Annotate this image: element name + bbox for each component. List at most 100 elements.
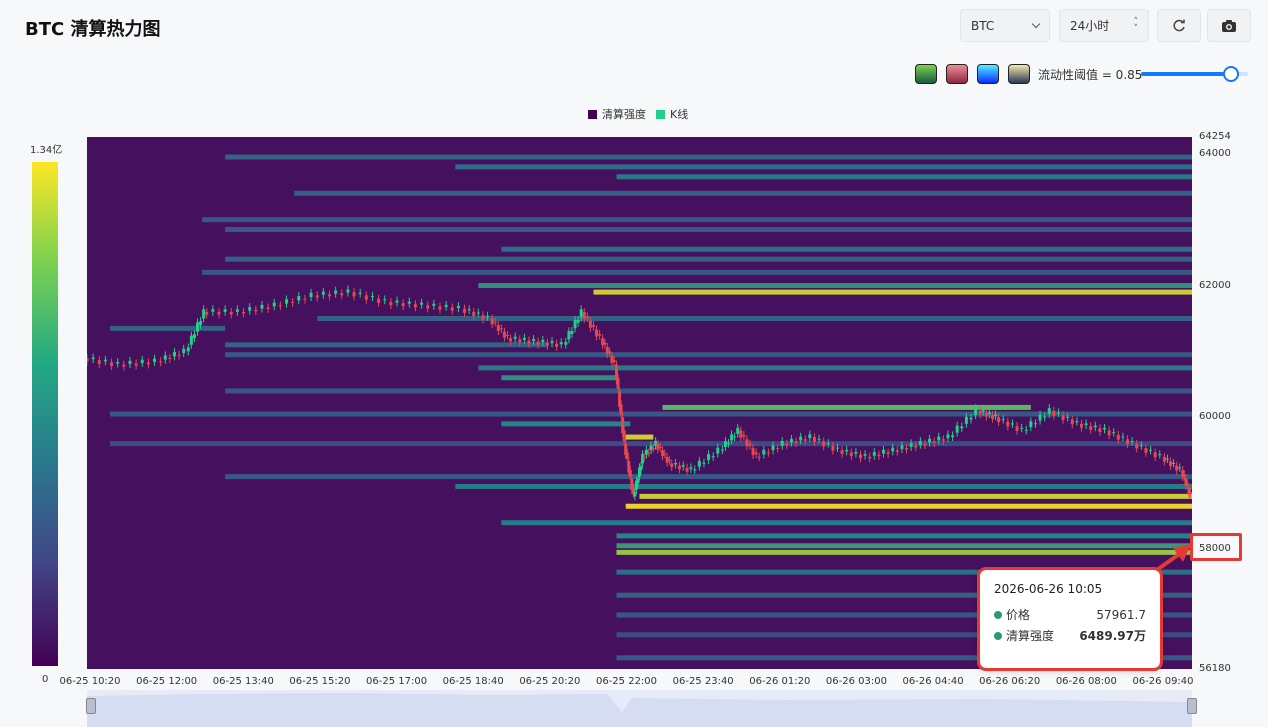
liquidation-band-4 (202, 217, 1192, 223)
kline-candle-36-1 (1001, 419, 1005, 421)
kline-candle-36-5 (1020, 427, 1024, 429)
kline-candle-5-2 (254, 309, 258, 312)
kline-candle-41-1 (1139, 445, 1143, 447)
kline-candle-35-3 (987, 412, 991, 415)
kline-candle-40-3 (1121, 436, 1125, 438)
liquidation-band-13 (225, 342, 548, 348)
kline-candle-39-1 (1084, 423, 1088, 425)
kline-candle-23-4 (685, 467, 689, 472)
refresh-button[interactable] (1157, 9, 1201, 42)
kline-candle-11-2 (472, 311, 476, 317)
x-tick-label: 06-25 23:40 (672, 676, 734, 687)
symbol-select-value: BTC (971, 18, 995, 33)
range-select-value: 24小时 (1070, 19, 1110, 33)
kline-candle-4-3 (223, 309, 227, 312)
kline-candle-5-0 (242, 311, 246, 314)
kline-candle-25-1 (723, 441, 727, 447)
kline-candle-13-1 (513, 336, 517, 339)
colormap-swatch-viridis[interactable] (915, 64, 937, 84)
kline-candle-30-5 (863, 454, 867, 456)
tooltip-price-value: 57961.7 (1096, 607, 1146, 622)
kline-candle-3-5 (202, 309, 206, 319)
kline-candle-30-2 (849, 452, 853, 457)
kline-candle-12-5 (506, 334, 510, 336)
threshold-slider-track[interactable] (1141, 72, 1231, 76)
kline-candle-40-0 (1107, 430, 1111, 436)
kline-candle-8-1 (358, 292, 362, 294)
kline-candle-40-4 (1126, 439, 1130, 445)
kline-candle-27-5 (780, 441, 784, 446)
scrollbar-preview (87, 693, 1192, 727)
x-tick-label: 06-26 06:20 (979, 676, 1041, 687)
kline-candle-23-0 (670, 463, 674, 468)
kline-candle-32-0 (895, 450, 899, 452)
legend-kline[interactable]: K线 (656, 106, 688, 122)
kline-candle-36-4 (1015, 426, 1019, 431)
chevron-down-icon (1031, 19, 1041, 29)
x-tick-label: 06-25 12:00 (136, 676, 198, 687)
kline-candle-0-3 (103, 359, 107, 362)
liquidation-band-21 (625, 434, 654, 440)
kline-candle-41-4 (1153, 452, 1157, 458)
legend-liquidation[interactable]: 清算强度 (588, 106, 646, 122)
kline-candle-3-0 (186, 347, 190, 352)
kline-candle-9-2 (401, 303, 405, 307)
kline-candle-23-3 (681, 465, 685, 467)
kline-candle-34-2 (960, 426, 964, 429)
kline-candle-23-1 (674, 462, 678, 465)
kline-candle-24-5 (716, 447, 720, 454)
kline-candle-15-5 (579, 309, 583, 318)
tooltip-price-dot (994, 611, 1002, 619)
symbol-select[interactable]: BTC (960, 9, 1050, 42)
kline-candle-26-1 (742, 434, 746, 437)
kline-candle-38-1 (1056, 412, 1060, 414)
kline-candle-7-0 (315, 295, 319, 298)
kline-candle-34-3 (964, 416, 968, 424)
kline-candle-35-1 (981, 410, 985, 412)
kline-candle-39-3 (1093, 425, 1097, 428)
kline-candle-43-5 (1188, 491, 1192, 494)
kline-candle-6-1 (285, 299, 289, 304)
kline-candle-15-4 (576, 319, 580, 323)
kline-candle-27-1 (762, 449, 766, 455)
scrollbar-right-handle[interactable] (1187, 698, 1197, 714)
range-select[interactable]: 24小时 ˄ ˅ (1059, 9, 1149, 42)
kline-candle-12-0 (490, 318, 494, 325)
kline-candle-10-3 (444, 304, 448, 307)
kline-candle-37-0 (1024, 429, 1028, 431)
kline-candle-28-1 (789, 438, 793, 443)
colormap-swatch-blues[interactable] (977, 64, 999, 84)
kline-candle-40-5 (1130, 441, 1134, 443)
kline-candle-29-2 (822, 441, 826, 447)
liquidation-band-9 (478, 283, 1192, 289)
kline-candle-2-3 (172, 352, 176, 357)
colorbar[interactable] (32, 162, 58, 666)
threshold-slider-thumb[interactable] (1223, 66, 1239, 82)
colormap-swatch-reds[interactable] (946, 64, 968, 84)
zoom-scrollbar[interactable] (87, 690, 1192, 727)
kline-candle-33-3 (937, 436, 941, 441)
camera-icon (1222, 19, 1236, 32)
scrollbar-left-handle[interactable] (86, 698, 96, 714)
kline-candle-21-2 (647, 452, 651, 454)
liquidation-band-14 (225, 352, 1192, 358)
colormap-swatch-sand[interactable] (1008, 64, 1030, 84)
kline-candle-32-4 (914, 445, 918, 448)
kline-candle-9-4 (413, 304, 417, 308)
y-tick-label: 56180 (1199, 663, 1231, 674)
kline-candle-24-2 (702, 462, 706, 464)
kline-candle-15-1 (567, 331, 571, 340)
legend-liquidation-swatch (588, 109, 597, 119)
kline-candle-39-4 (1098, 428, 1102, 433)
kline-candle-0-0 (87, 357, 89, 362)
kline-candle-4-5 (235, 309, 239, 312)
kline-candle-17-5 (612, 360, 616, 362)
kline-candle-41-5 (1158, 454, 1162, 456)
kline-candle-18-3 (619, 404, 623, 415)
kline-candle-37-2 (1033, 423, 1037, 425)
kline-candle-14-2 (545, 342, 549, 346)
kline-candle-14-3 (550, 341, 554, 344)
screenshot-button[interactable] (1207, 9, 1251, 42)
kline-candle-26-3 (748, 443, 752, 446)
tooltip-intensity-dot (994, 632, 1002, 640)
